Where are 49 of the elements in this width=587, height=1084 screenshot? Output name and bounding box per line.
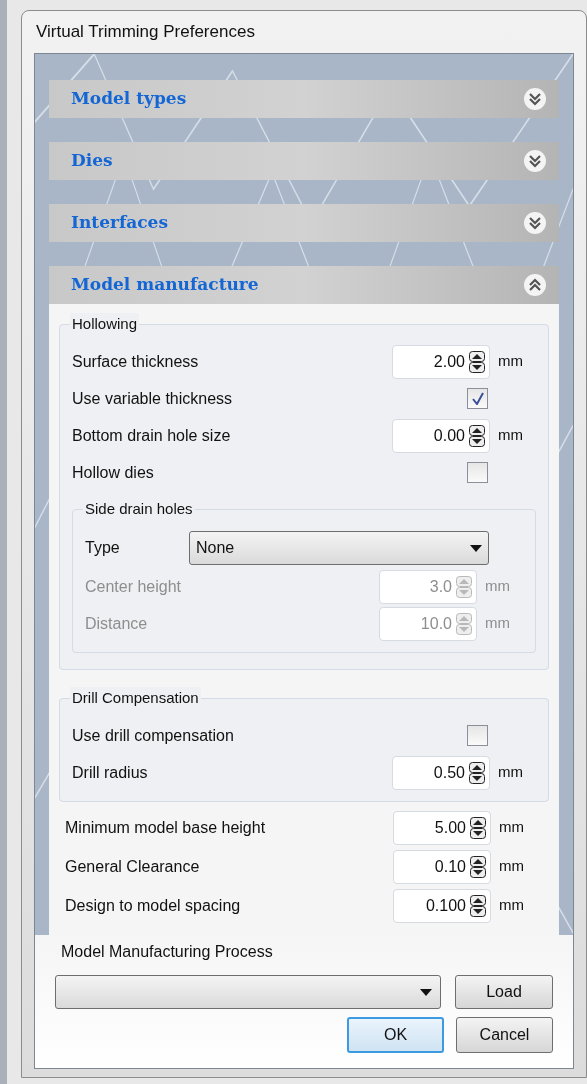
checkbox-label: Use drill compensation <box>72 725 235 746</box>
unit-label: mm <box>497 351 524 372</box>
field-label: Surface thickness <box>72 351 200 372</box>
unit-label: mm <box>484 576 511 597</box>
number-field[interactable]: 0.00 <box>392 418 490 453</box>
window-title: Virtual Trimming Preferences <box>35 21 256 44</box>
unit-label: mm <box>498 895 525 916</box>
field-label: General Clearance <box>65 856 201 877</box>
checkbox[interactable] <box>467 725 488 746</box>
expand-icon <box>523 211 547 235</box>
checkbox-label: Use variable thickness <box>72 388 234 409</box>
unit-label: mm <box>484 613 511 634</box>
caret-icon <box>420 988 432 996</box>
unit-label: mm <box>497 762 524 783</box>
number-field[interactable]: 2.00 <box>392 344 490 379</box>
type-dropdown[interactable]: None <box>189 531 489 565</box>
spinner-icon[interactable] <box>469 761 485 784</box>
field-label: Bottom drain hole size <box>72 425 232 446</box>
field-label: Distance <box>85 613 149 634</box>
checkmark-icon <box>471 392 484 405</box>
field-label: Drill radius <box>72 762 149 783</box>
spinner-icon[interactable] <box>470 855 486 878</box>
number-field[interactable]: 0.100 <box>393 888 491 923</box>
process-dropdown[interactable] <box>55 975 441 1009</box>
unit-label: mm <box>497 425 524 446</box>
unit-label: mm <box>498 856 525 877</box>
number-field[interactable]: 0.10 <box>393 849 491 884</box>
caret-icon <box>470 544 482 552</box>
checkbox-label: Hollow dies <box>72 462 155 483</box>
collapse-icon <box>523 273 547 297</box>
spinner-icon[interactable] <box>470 894 486 917</box>
dialog-button[interactable]: OK <box>347 1017 444 1053</box>
checkbox[interactable] <box>467 388 488 409</box>
dialog-button[interactable]: Cancel <box>456 1017 553 1053</box>
spinner-icon[interactable] <box>470 816 486 839</box>
field-label: Minimum model base height <box>65 817 267 838</box>
spinner-icon[interactable] <box>469 350 485 373</box>
expand-icon <box>523 149 547 173</box>
expand-icon <box>523 87 547 111</box>
load-button[interactable]: Load <box>455 975 553 1009</box>
field-label: Type <box>85 538 121 558</box>
spinner-icon[interactable] <box>469 424 485 447</box>
process-label: Model Manufacturing Process <box>60 942 274 962</box>
field-label: Design to model spacing <box>65 895 242 916</box>
number-field[interactable]: 0.50 <box>392 755 490 790</box>
checkbox[interactable] <box>467 462 488 483</box>
unit-label: mm <box>498 817 525 838</box>
number-field[interactable]: 5.00 <box>393 810 491 845</box>
field-label: Center height <box>85 576 183 597</box>
